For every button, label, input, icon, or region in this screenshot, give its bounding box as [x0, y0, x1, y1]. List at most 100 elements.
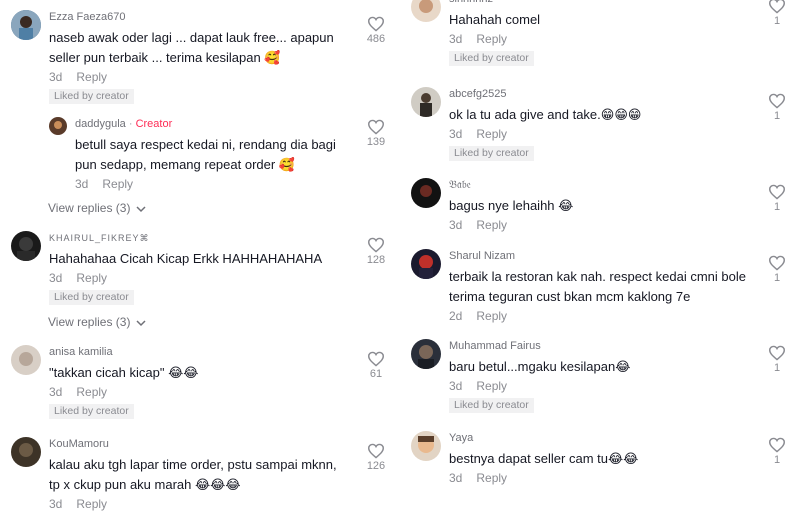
like-button[interactable]: 1 — [762, 93, 792, 122]
heart-outline-icon — [768, 255, 786, 271]
heart-outline-icon — [768, 437, 786, 453]
heart-outline-icon — [768, 345, 786, 361]
comment-text: bagus nye lehaihh 😂 — [449, 198, 574, 213]
heart-outline-icon — [367, 237, 385, 253]
like-count: 1 — [773, 201, 781, 213]
like-count: 1 — [773, 15, 781, 27]
reply-button[interactable]: Reply — [76, 497, 107, 511]
liked-by-creator-badge: Liked by creator — [49, 89, 134, 104]
avatar-image — [11, 10, 41, 40]
comment-text: naseb awak oder lagi ... dapat lauk free… — [49, 30, 334, 65]
avatar[interactable] — [11, 231, 41, 261]
reply-button[interactable]: Reply — [476, 309, 507, 323]
avatar-image — [411, 178, 441, 208]
creator-tag: Creator — [135, 118, 173, 130]
reply-text: betull saya respect kedai ni, rendang di… — [75, 137, 336, 172]
comment-username[interactable]: Sharul Nizam — [449, 249, 746, 263]
chevron-down-icon — [136, 206, 146, 212]
comment-time: 3d — [449, 127, 463, 141]
like-button[interactable]: 1 — [762, 345, 792, 374]
avatar[interactable] — [411, 87, 441, 117]
like-count: 486 — [366, 33, 386, 45]
comment-username[interactable]: Yaya — [449, 431, 746, 445]
view-replies-label: View replies (3) — [48, 315, 131, 329]
reply-button[interactable]: Reply — [76, 271, 107, 285]
avatar-image — [411, 0, 441, 22]
like-button[interactable]: 1 — [762, 0, 792, 27]
view-replies-button[interactable]: View replies (3) — [48, 315, 146, 329]
like-button[interactable]: 1 — [762, 437, 792, 466]
avatar[interactable] — [411, 0, 441, 22]
avatar[interactable] — [11, 437, 41, 467]
avatar-image — [411, 339, 441, 369]
comment-username[interactable]: 𝔅𝔞𝔟𝔢 — [449, 178, 746, 192]
comment-username[interactable]: anisa kamilia — [49, 345, 346, 359]
avatar[interactable] — [411, 431, 441, 461]
comment-username[interactable]: abcefg2525 — [449, 87, 746, 101]
like-button[interactable]: 126 — [361, 443, 391, 472]
avatar-image — [411, 431, 441, 461]
like-count: 126 — [366, 460, 386, 472]
comment-username[interactable]: sinnnnnz — [449, 0, 746, 6]
avatar[interactable] — [11, 10, 41, 40]
like-count: 128 — [366, 254, 386, 266]
reply-username[interactable]: daddygula — [75, 118, 126, 130]
avatar-image — [411, 87, 441, 117]
reply-button[interactable]: Reply — [476, 379, 507, 393]
heart-outline-icon — [367, 119, 385, 135]
like-count: 1 — [773, 454, 781, 466]
heart-outline-icon — [367, 16, 385, 32]
liked-by-creator-badge: Liked by creator — [449, 51, 534, 66]
avatar[interactable] — [49, 117, 67, 135]
like-count: 1 — [773, 362, 781, 374]
liked-by-creator-badge: Liked by creator — [49, 404, 134, 419]
avatar[interactable] — [411, 249, 441, 279]
comment-time: 3d — [449, 32, 463, 46]
comment-time: 3d — [49, 385, 63, 399]
comment-time: 3d — [49, 271, 63, 285]
left-comment-column: Ezza Faeza670 naseb awak oder lagi ... d… — [0, 0, 400, 511]
avatar-image — [11, 231, 41, 261]
comment-text: "takkan cicah kicap" 😂😂 — [49, 365, 199, 380]
avatar[interactable] — [411, 339, 441, 369]
heart-outline-icon — [367, 351, 385, 367]
reply-button[interactable]: Reply — [476, 218, 507, 232]
like-button[interactable]: 1 — [762, 184, 792, 213]
heart-outline-icon — [768, 0, 786, 14]
comment-username[interactable]: KHAIRUL_FIKREY⌘ — [49, 231, 346, 245]
like-count: 139 — [366, 136, 386, 148]
like-button[interactable]: 139 — [361, 119, 391, 148]
comment-username[interactable]: Muhammad Fairus — [449, 339, 746, 353]
reply-button[interactable]: Reply — [76, 70, 107, 84]
chevron-down-icon — [136, 320, 146, 326]
comment-time: 3d — [49, 70, 63, 84]
heart-outline-icon — [768, 184, 786, 200]
avatar[interactable] — [11, 345, 41, 375]
reply-button[interactable]: Reply — [476, 471, 507, 485]
like-count: 1 — [773, 110, 781, 122]
view-replies-button[interactable]: View replies (3) — [48, 201, 146, 215]
reply-button[interactable]: Reply — [476, 32, 507, 46]
reply-button[interactable]: Reply — [476, 127, 507, 141]
comment-text: kalau aku tgh lapar time order, pstu sam… — [49, 457, 337, 492]
like-button[interactable]: 486 — [361, 16, 391, 45]
comment-username[interactable]: KouMamoru — [49, 437, 346, 451]
like-button[interactable]: 128 — [361, 237, 391, 266]
comment-username[interactable]: Ezza Faeza670 — [49, 10, 346, 24]
comment-text: bestnya dapat seller cam tu😂😂 — [449, 451, 639, 466]
comment-text: ok la tu ada give and take.😁😁😁 — [449, 107, 642, 122]
reply-button[interactable]: Reply — [102, 177, 133, 191]
heart-outline-icon — [367, 443, 385, 459]
avatar-image — [49, 117, 67, 135]
like-button[interactable]: 61 — [361, 351, 391, 380]
like-button[interactable]: 1 — [762, 255, 792, 284]
comment-time: 3d — [49, 497, 63, 511]
avatar-image — [11, 345, 41, 375]
comment-text: Hahahahaa Cicah Kicap Erkk HAHHAHAHAHA — [49, 251, 323, 266]
reply-button[interactable]: Reply — [76, 385, 107, 399]
comment-time: 3d — [449, 218, 463, 232]
avatar[interactable] — [411, 178, 441, 208]
heart-outline-icon — [768, 93, 786, 109]
reply-time: 3d — [75, 177, 89, 191]
avatar-image — [411, 249, 441, 279]
